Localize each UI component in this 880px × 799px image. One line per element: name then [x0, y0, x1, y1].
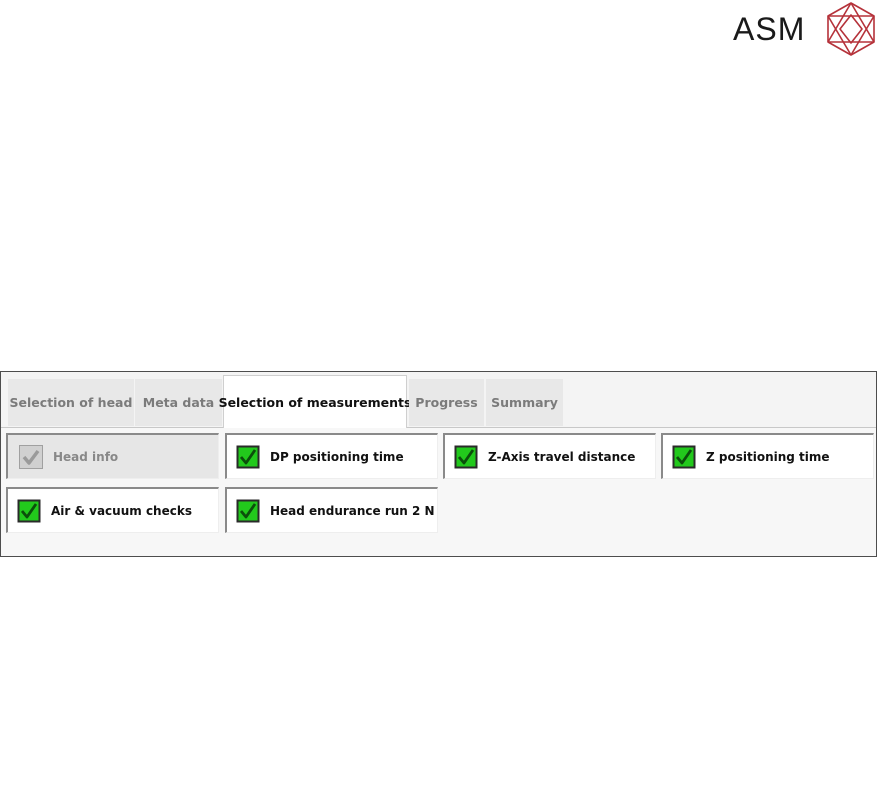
checkbox-checked-icon — [17, 499, 41, 522]
tab-selection-of-head[interactable]: Selection of head — [8, 379, 134, 426]
measurement-label: DP positioning time — [270, 449, 404, 464]
measurement-head-endurance-run[interactable]: Head endurance run 2 N — [225, 487, 438, 533]
checkbox-checked-disabled-icon — [19, 444, 43, 469]
asm-crystal-icon — [827, 2, 875, 56]
measurement-label: Z-Axis travel distance — [488, 449, 636, 464]
asm-logo: ASM — [730, 0, 880, 60]
measurement-label: Head endurance run 2 N — [270, 503, 435, 518]
measurement-label: Air & vacuum checks — [51, 503, 192, 518]
measurement-label: Head info — [53, 449, 119, 464]
checkbox-checked-icon — [672, 445, 696, 468]
measurement-label: Z positioning time — [706, 449, 830, 464]
tab-bar: Selection of head Meta data Selection of… — [1, 372, 876, 428]
tab-progress[interactable]: Progress — [409, 379, 484, 426]
logo-text: ASM — [733, 11, 806, 47]
tab-meta-data[interactable]: Meta data — [135, 379, 222, 426]
measurement-z-positioning-time[interactable]: Z positioning time — [661, 433, 874, 479]
measurement-air-vacuum-checks[interactable]: Air & vacuum checks — [6, 487, 219, 533]
measurement-dp-positioning-time[interactable]: DP positioning time — [225, 433, 438, 479]
checkbox-checked-icon — [236, 445, 260, 468]
checkbox-checked-icon — [236, 499, 260, 522]
tab-summary[interactable]: Summary — [486, 379, 563, 426]
measurement-head-info[interactable]: Head info — [6, 433, 219, 479]
tab-selection-of-measurements[interactable]: Selection of measurements — [219, 375, 411, 428]
measurement-z-axis-travel-distance[interactable]: Z-Axis travel distance — [443, 433, 656, 479]
measurement-panel: Selection of head Meta data Selection of… — [0, 371, 877, 557]
checkbox-checked-icon — [454, 445, 478, 468]
